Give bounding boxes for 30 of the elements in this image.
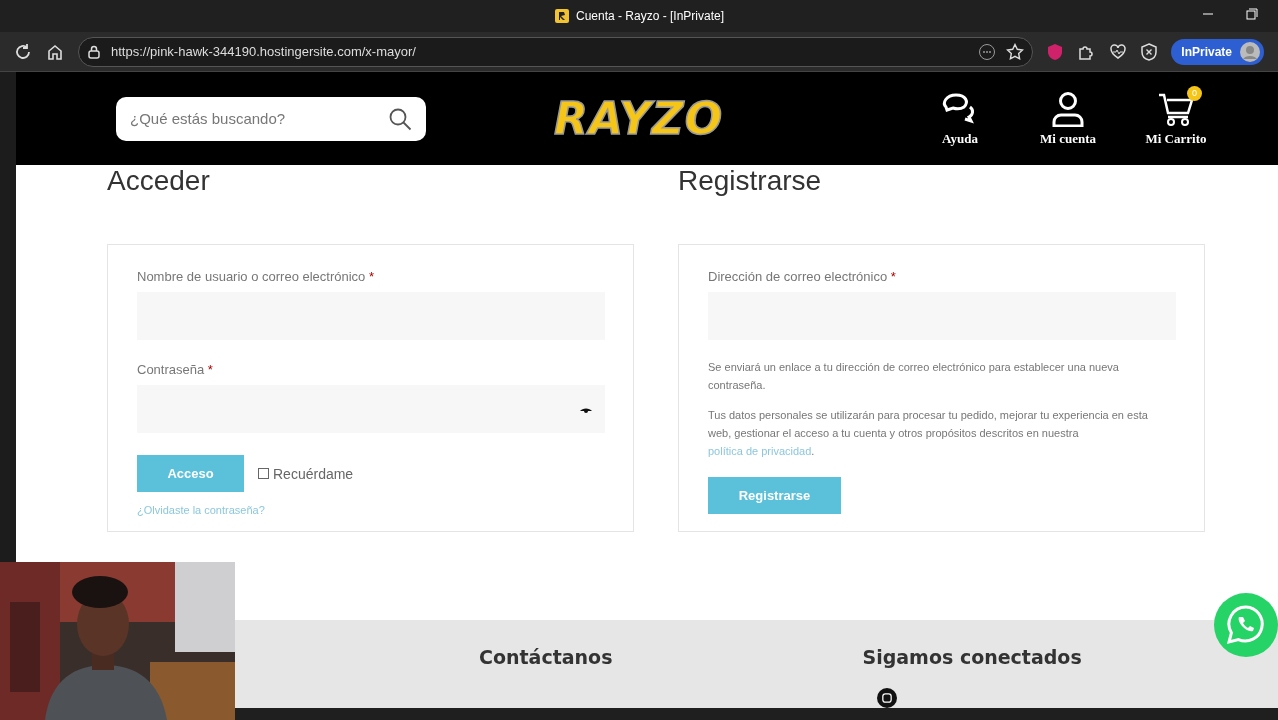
- field-label: Contraseña *: [137, 362, 214, 377]
- notice-text: Se enviará un enlace a tu dirección de correo electrónico para establecer una nueva contraseña.: [708, 360, 1120, 393]
- nav-link[interactable]: Mi cuenta: [1014, 90, 1122, 147]
- privacy-text: Tus datos personales se utilizarán para procesar tu pedido, mejorar tu experiencia en esta web, gestionar el acceso a tu cuenta y otros propósitos descritos en nuestra política de privacidad.: [708, 408, 1149, 459]
- logo[interactable]: RAYZO: [554, 93, 759, 144]
- address-bar[interactable]: https://pink-hawk-344190.hostingersite.com/x-mayor/: [78, 36, 1034, 67]
- avatar-icon: [1240, 41, 1260, 62]
- field-label: Dirección de correo electrónico *: [708, 269, 897, 284]
- star-icon[interactable]: [1006, 42, 1025, 61]
- footer-heading: Sigamos conectados: [862, 646, 1082, 668]
- refresh-icon[interactable]: [14, 42, 32, 61]
- profile-button[interactable]: InPrivate: [1171, 38, 1264, 65]
- lock-icon: [87, 44, 101, 59]
- section-title: Registrarse: [678, 165, 823, 198]
- remember-checkbox[interactable]: Recuérdame: [258, 465, 354, 482]
- input-field[interactable]: [137, 385, 605, 433]
- site-favicon: [553, 8, 570, 24]
- shield-icon[interactable]: [1141, 42, 1158, 61]
- window-title: Cuenta - Rayzo - [InPrivate]: [575, 9, 725, 23]
- restore-icon[interactable]: [1246, 8, 1258, 20]
- nav-link[interactable]: Ayuda: [906, 90, 1014, 147]
- home-icon[interactable]: [46, 42, 64, 61]
- search-field[interactable]: ¿Qué estás buscando?: [116, 96, 426, 141]
- more-icon[interactable]: [978, 42, 997, 61]
- search-icon[interactable]: [388, 106, 412, 131]
- footer-heading: Contáctanos: [479, 646, 613, 668]
- field-label: Nombre de usuario o correo electrónico *: [137, 269, 375, 284]
- cart-count-badge: 0: [1187, 85, 1202, 101]
- section-title: Acceder: [107, 165, 211, 198]
- heart-icon[interactable]: [1109, 42, 1128, 61]
